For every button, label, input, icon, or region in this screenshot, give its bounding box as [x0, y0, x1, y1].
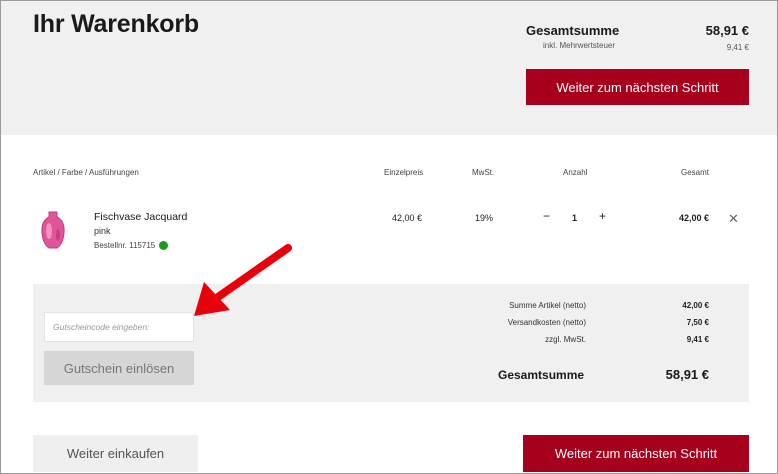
arrow-pointer-icon — [194, 244, 292, 316]
column-header-total: Gesamt — [681, 168, 710, 177]
in-stock-dot-icon — [159, 241, 168, 250]
quantity-decrease-button[interactable]: − — [543, 209, 550, 223]
item-vat-rate: 19% — [475, 213, 494, 223]
item-order-number: Bestellnr. 115715 — [94, 241, 156, 250]
redeem-coupon-button[interactable]: Gutschein einlösen — [44, 351, 194, 385]
header-vat-label: inkl. Mehrwertsteuer — [543, 41, 616, 50]
header-total-value: 58,91 € — [705, 23, 749, 38]
quantity-increase-button[interactable]: + — [599, 209, 606, 223]
summary-shipping-label: Versandkosten (netto) — [507, 318, 586, 327]
item-name-link[interactable]: Fischvase Jacquard — [94, 211, 187, 223]
column-header-article: Artikel / Farbe / Ausführungen — [33, 168, 139, 177]
column-header-quantity: Anzahl — [563, 168, 588, 177]
coupon-code-input[interactable] — [44, 312, 194, 342]
summary-net-items-value: 42,00 € — [682, 301, 709, 310]
header-vat-value: 9,41 € — [726, 43, 749, 52]
summary-vat-value: 9,41 € — [686, 335, 709, 344]
next-step-button-top[interactable]: Weiter zum nächsten Schritt — [526, 69, 749, 105]
item-color: pink — [94, 226, 111, 236]
item-line-total: 42,00 € — [678, 213, 709, 223]
summary-shipping-value: 7,50 € — [686, 318, 709, 327]
column-header-vat: MwSt. — [472, 168, 495, 177]
column-header-unit-price: Einzelpreis — [384, 168, 424, 177]
summary-vat-label: zzgl. MwSt. — [545, 335, 586, 344]
close-icon[interactable]: ✕ — [728, 211, 739, 227]
page-title: Ihr Warenkorb — [33, 10, 199, 38]
continue-shopping-button[interactable]: Weiter einkaufen — [33, 435, 198, 472]
grand-total-value: 58,91 € — [665, 367, 709, 382]
header-total-label: Gesamtsumme — [526, 23, 620, 38]
product-image[interactable] — [40, 211, 66, 249]
grand-total-label: Gesamtsumme — [498, 368, 585, 382]
quantity-value[interactable]: 1 — [572, 213, 577, 223]
next-step-button-bottom[interactable]: Weiter zum nächsten Schritt — [523, 435, 749, 472]
item-unit-price: 42,00 € — [392, 213, 423, 223]
summary-net-items-label: Summe Artikel (netto) — [509, 301, 586, 310]
